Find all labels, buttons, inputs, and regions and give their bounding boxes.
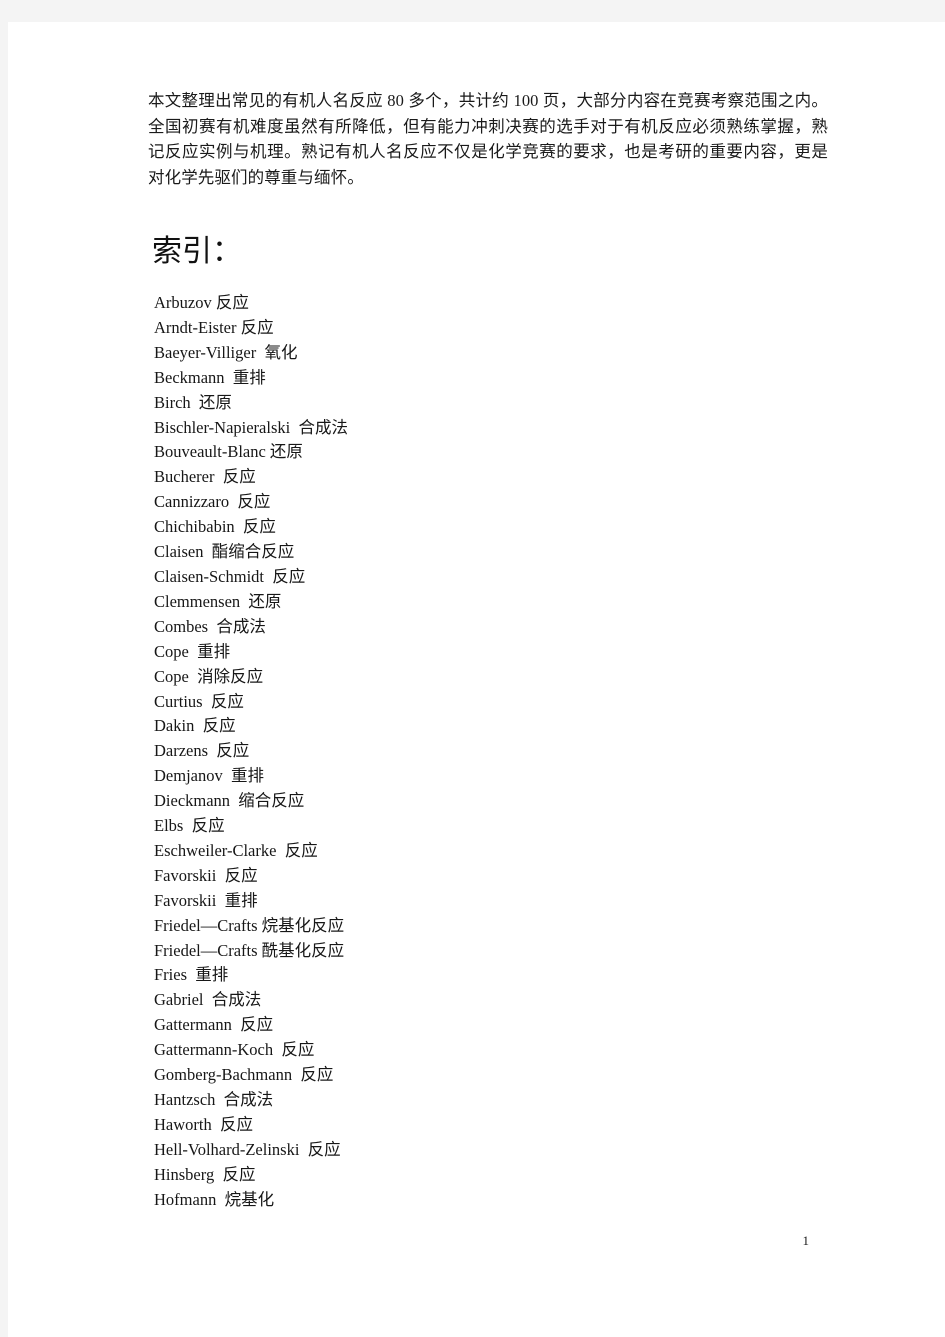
index-entry: Cope 重排 — [154, 641, 231, 661]
index-entry: Birch 还原 — [154, 392, 232, 412]
index-entry: Hantzsch 合成法 — [154, 1090, 274, 1109]
document-page: 本文整理出常见的有机人名反应 80 多个，共计约 100 页，大部分内容在竞赛考… — [8, 22, 945, 1337]
index-entry: Arbuzov 反应 — [154, 293, 249, 312]
index-entry: Claisen-Schmidt 反应 — [154, 566, 306, 586]
index-entry: Claisen 酯缩合反应 — [154, 542, 295, 562]
index-entry: Darzens 反应 — [154, 741, 250, 761]
index-entry: Favorskii 反应 — [154, 865, 258, 885]
index-entry: Bischler-Napieralski 合成法 — [154, 417, 348, 437]
page-content: 本文整理出常见的有机人名反应 80 多个，共计约 100 页，大部分内容在竞赛考… — [148, 88, 828, 1209]
index-entry: Eschweiler-Clarke 反应 — [154, 840, 318, 860]
index-entry: Clemmensen 还原 — [154, 591, 282, 611]
index-entry: Fries 重排 — [154, 965, 229, 985]
index-entry: Dakin 反应 — [154, 716, 236, 736]
index-entry: Combes 合成法 — [154, 616, 266, 636]
index-entry: Chichibabin 反应 — [154, 517, 276, 537]
index-heading: 索引： — [152, 235, 242, 268]
index-entry: Dieckmann 缩合反应 — [154, 791, 305, 811]
index-entry: Hell-Volhard-Zelinski 反应 — [154, 1139, 341, 1159]
index-entry: Gattermann 反应 — [154, 1015, 274, 1035]
index-entry: Gomberg-Bachmann 反应 — [154, 1065, 334, 1085]
index-entry: Friedel—Crafts 烷基化反应 — [154, 915, 345, 935]
index-entry: Friedel—Crafts 酰基化反应 — [154, 940, 345, 960]
index-entry: Bucherer 反应 — [154, 467, 256, 487]
index-entry: Favorskii 重排 — [154, 890, 258, 910]
index-entry: Hinsberg 反应 — [154, 1164, 256, 1184]
intro-paragraph: 本文整理出常见的有机人名反应 80 多个，共计约 100 页，大部分内容在竞赛考… — [148, 91, 828, 187]
page-number: 1 — [802, 1233, 810, 1248]
index-entry: Cope 消除反应 — [154, 666, 264, 686]
index-entry: Cannizzaro 反应 — [154, 492, 271, 512]
index-entry: Beckmann 重排 — [154, 367, 266, 387]
index-list: Arbuzov 反应 Arndt-Eister 反应 Baeyer-Villiger… — [154, 291, 814, 1213]
index-entry: Demjanov 重排 — [154, 766, 264, 786]
index-entry: Bouveault-Blanc 还原 — [154, 442, 303, 462]
index-entry: Haworth 反应 — [154, 1114, 253, 1134]
index-entry: Elbs 反应 — [154, 816, 225, 836]
index-entry: Curtius 反应 — [154, 691, 244, 711]
index-entry: Arndt-Eister 反应 — [154, 317, 274, 337]
index-entry: Baeyer-Villiger 氧化 — [154, 342, 298, 362]
index-entry: Gabriel 合成法 — [154, 990, 262, 1010]
index-entry: Hofmann 烷基化 — [154, 1189, 275, 1209]
index-entry: Gattermann-Koch 反应 — [154, 1040, 315, 1060]
